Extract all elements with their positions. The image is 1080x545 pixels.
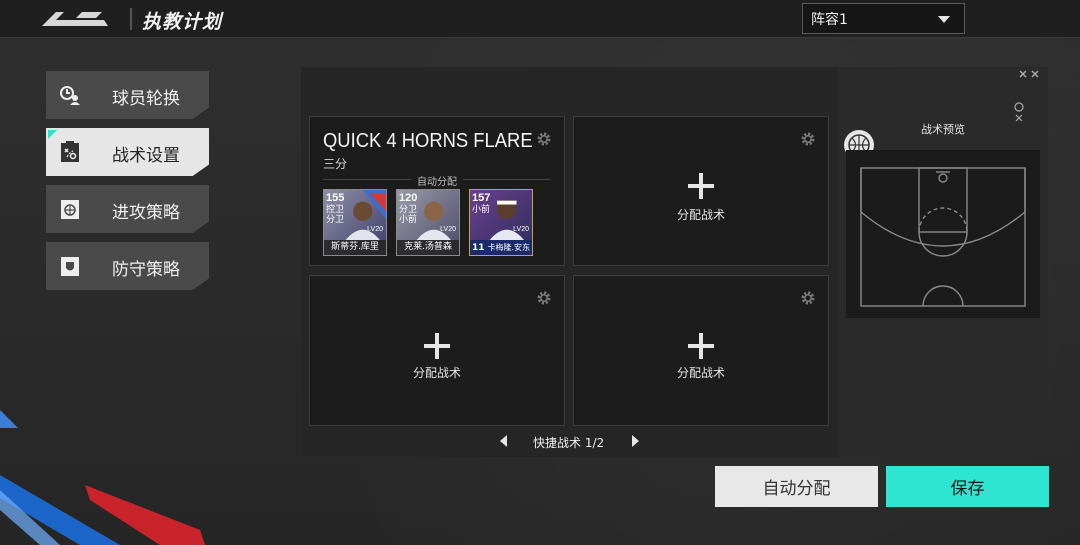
tactic-slot-1[interactable]: QUICK 4 HORNS FLARE 三分 自动分配 155 控卫 分卫 LV… [309, 116, 565, 266]
sidebar-item-offense[interactable]: 进攻策略 [46, 185, 209, 233]
player-position: 控卫 分卫 [326, 205, 345, 225]
sidebar-item-label: 防守策略 [112, 260, 180, 280]
sidebar-item-label: 战术设置 [112, 146, 180, 166]
auto-assign-button[interactable]: 自动分配 [715, 466, 878, 507]
sidebar-item-defense[interactable]: 防守策略 [46, 242, 209, 290]
player-rotation-icon [60, 86, 80, 105]
tactics-pager: 快捷战术 1/2 [301, 428, 841, 454]
tactic-slot-3[interactable]: 分配战术 [309, 275, 565, 426]
lineup-dropdown[interactable]: 阵容1 [802, 3, 965, 34]
gear-icon[interactable] [800, 290, 816, 306]
player-level: LV20 [513, 226, 529, 233]
offense-strategy-icon [61, 200, 79, 219]
gear-icon[interactable] [536, 131, 552, 147]
player-level: LV20 [440, 226, 456, 233]
gear-icon[interactable] [800, 131, 816, 147]
plus-icon [424, 333, 450, 359]
player-jersey-number: 11 [471, 243, 485, 253]
active-corner-marker [48, 130, 57, 139]
top-bar: 执教计划 阵容1 [0, 0, 1080, 38]
decorative-stripes [0, 410, 205, 545]
assign-tactic-label: 分配战术 [676, 366, 725, 380]
player-name: 克莱.汤普森 [397, 240, 459, 255]
logo-icon [42, 12, 108, 26]
sidebar-item-label: 球员轮换 [112, 89, 180, 109]
player-name: 斯蒂芬.库里 [324, 240, 386, 255]
player-card[interactable]: 155 控卫 分卫 LV20 斯蒂芬.库里 [323, 189, 387, 256]
decorative-marks [1014, 70, 1039, 122]
tactic-slot-4[interactable]: 分配战术 [573, 275, 829, 426]
court-diagram [846, 150, 1040, 318]
next-page-arrow-icon[interactable] [632, 435, 639, 447]
tactics-board-icon [61, 141, 79, 162]
page-title: 执教计划 [142, 11, 223, 33]
assign-tactic-label: 分配战术 [676, 208, 725, 222]
player-position: 小前 [472, 205, 491, 215]
player-name-bar: 11卡梅隆.安东尼 [470, 240, 532, 255]
prev-page-arrow-icon[interactable] [500, 435, 507, 447]
player-name: 卡梅隆.安东尼 [487, 243, 531, 252]
defense-strategy-icon [61, 257, 79, 276]
title-divider [130, 8, 132, 30]
tactic-slot-2[interactable]: 分配战术 [573, 116, 829, 266]
player-card[interactable]: 120 分卫 小前 LV20 克莱.汤普森 [396, 189, 460, 256]
assign-tactic-label: 分配战术 [412, 366, 461, 380]
tactic-type: 三分 [323, 157, 348, 171]
auto-assign-label: 自动分配 [411, 177, 463, 188]
player-rating: 157 [472, 192, 491, 204]
sidebar-item-label: 进攻策略 [112, 203, 180, 223]
preview-title: 战术预览 [921, 123, 965, 136]
lineup-dropdown-value: 阵容1 [811, 11, 848, 28]
player-card[interactable]: 157 小前 LV20 11卡梅隆.安东尼 [469, 189, 533, 256]
tactic-name: QUICK 4 HORNS FLARE [323, 130, 533, 152]
pager-label: 快捷战术 1/2 [533, 436, 605, 450]
save-button[interactable]: 保存 [886, 466, 1049, 507]
player-position: 分卫 小前 [399, 205, 418, 225]
player-rating: 120 [399, 192, 418, 204]
player-rating: 155 [326, 192, 345, 204]
sidebar-item-player-rotation[interactable]: 球员轮换 [46, 71, 209, 119]
gear-icon[interactable] [536, 290, 552, 306]
plus-icon [688, 173, 714, 199]
player-level: LV20 [367, 226, 383, 233]
plus-icon [688, 333, 714, 359]
sidebar-item-tactics[interactable]: 战术设置 [46, 128, 209, 176]
chevron-down-icon [938, 16, 950, 23]
